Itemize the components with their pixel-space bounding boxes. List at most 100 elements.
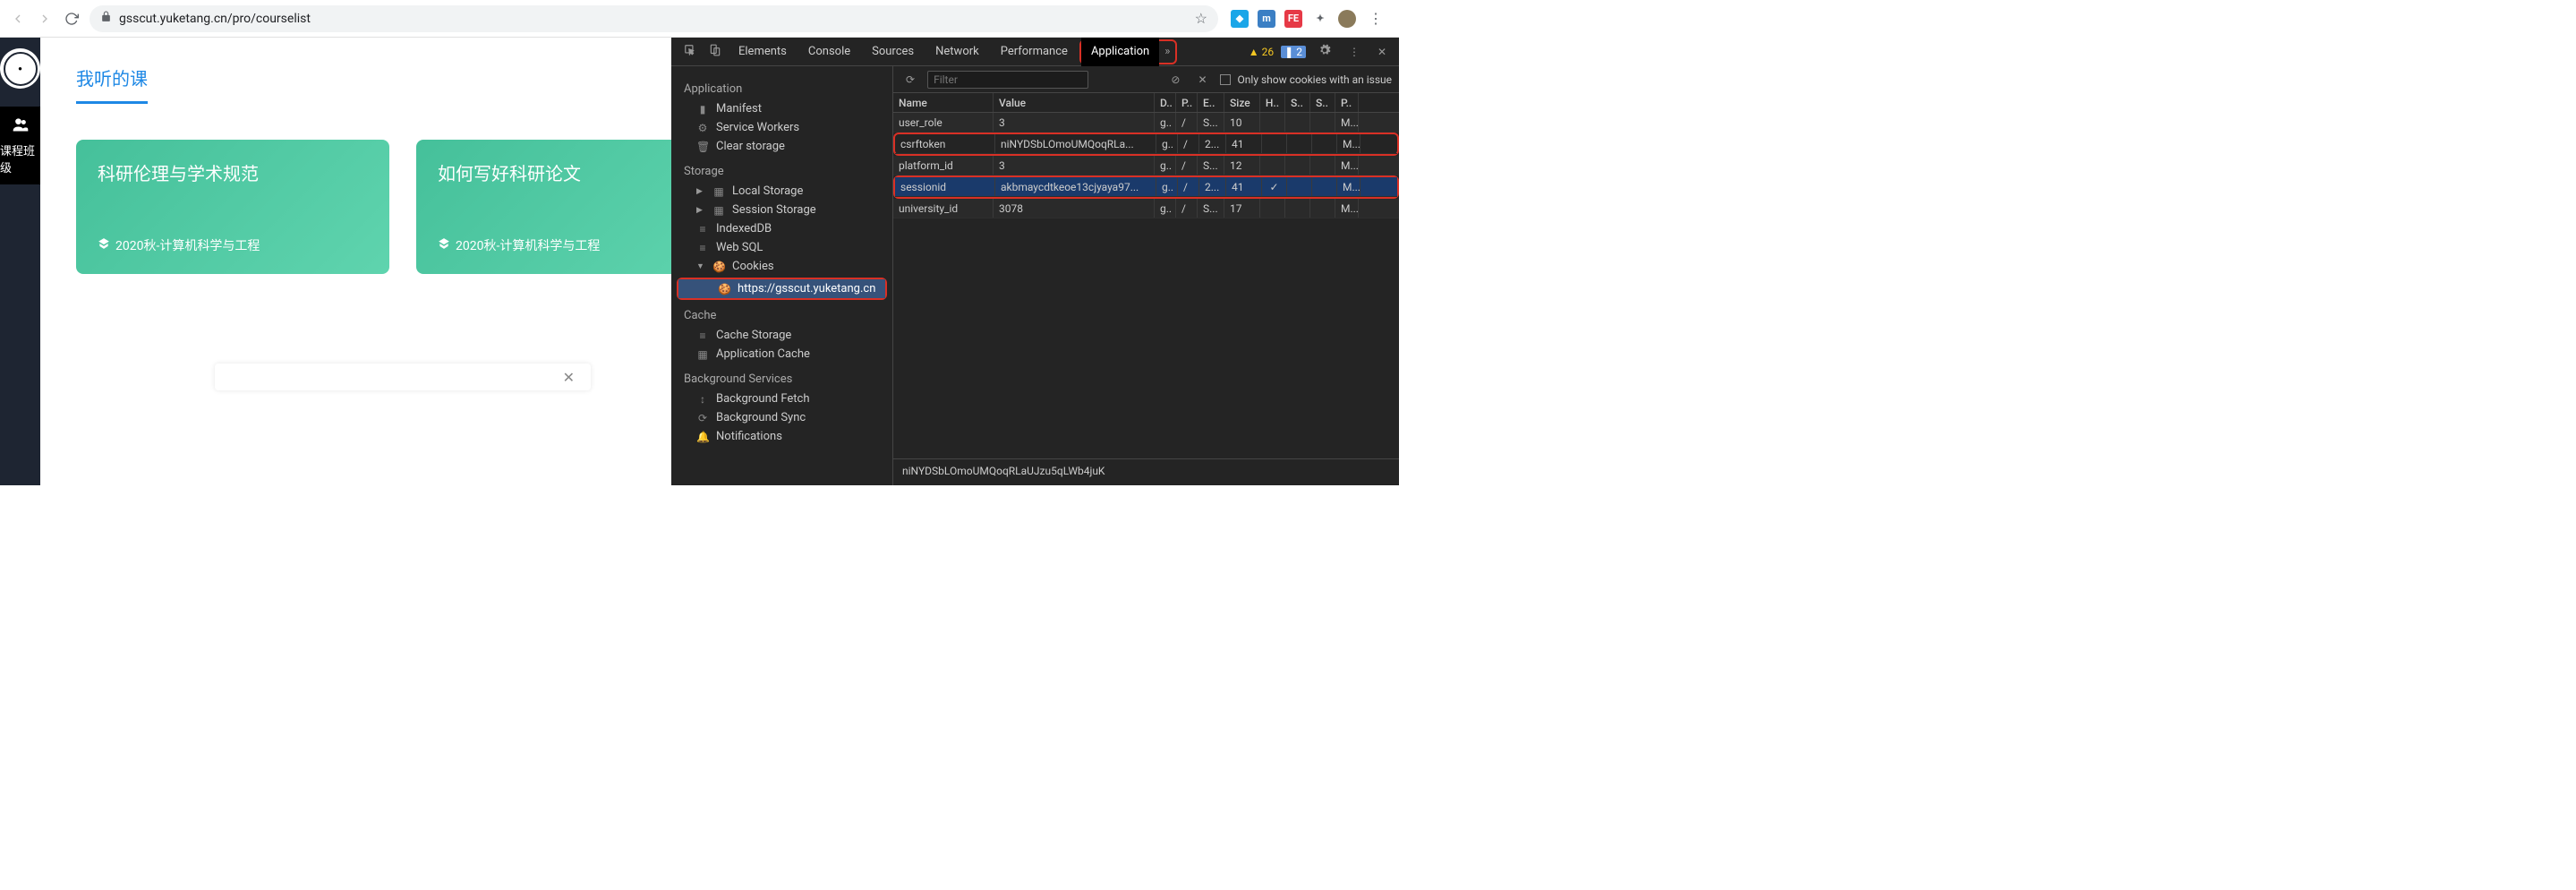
cell-size: 41 <box>1226 177 1262 196</box>
col-name[interactable]: Name <box>893 93 994 112</box>
cookie-detail-value: niNYDSbLOmoUMQoqRLaUJzu5qLWb4juK <box>893 458 1399 485</box>
cell-s <box>1285 199 1310 218</box>
col-size[interactable]: Size <box>1224 93 1260 112</box>
app-logo[interactable]: ● <box>0 48 40 89</box>
tree-item-cookie-origin[interactable]: 🍪https://gsscut.yuketang.cn <box>678 279 885 298</box>
tab-elements[interactable]: Elements <box>729 38 797 66</box>
course-name: 如何写好科研论文 <box>438 159 708 185</box>
nav-reload-button[interactable] <box>61 8 82 30</box>
table-row[interactable]: platform_id3g../S...12M... <box>893 156 1399 175</box>
col-expires[interactable]: E.. <box>1198 93 1224 112</box>
kebab-icon[interactable]: ⋮ <box>1343 46 1365 58</box>
cell-e: S... <box>1198 156 1224 175</box>
tab-application[interactable]: Application <box>1081 38 1159 66</box>
file-icon: ▮ <box>696 103 709 116</box>
table-row[interactable]: user_role3g../S...10M... <box>893 113 1399 133</box>
table-row[interactable]: sessionidakbmaycdtkeoe13cjyaya97...g../2… <box>895 177 1397 197</box>
cell-value: 3078 <box>994 199 1155 218</box>
nav-forward-button[interactable] <box>34 8 55 30</box>
section-title: Background Services <box>671 369 892 389</box>
filter-input[interactable] <box>927 71 1088 89</box>
cell-ss <box>1310 199 1335 218</box>
cell-pr: M... <box>1337 134 1361 153</box>
tree-item-app-cache[interactable]: ▦Application Cache <box>671 345 892 364</box>
col-secure[interactable]: S.. <box>1285 93 1310 112</box>
nav-back-button[interactable] <box>7 8 29 30</box>
clear-icon[interactable]: ✕ <box>1192 73 1212 86</box>
cell-name: platform_id <box>893 156 994 175</box>
tab-sources[interactable]: Sources <box>862 38 924 66</box>
col-priority[interactable]: P.. <box>1335 93 1359 112</box>
tree-item-cookies[interactable]: ▼🍪Cookies <box>671 257 892 276</box>
cell-p: / <box>1178 177 1199 196</box>
cell-size: 17 <box>1224 199 1260 218</box>
extension-icon[interactable]: FE <box>1284 10 1302 28</box>
application-sidebar: Application ▮Manifest ⚙Service Workers 🗑… <box>671 66 893 485</box>
cell-s <box>1285 113 1310 132</box>
tab-console[interactable]: Console <box>798 38 860 66</box>
chevron-right-icon: ▶ <box>696 206 705 215</box>
more-tabs-icon[interactable]: » <box>1159 45 1175 58</box>
refresh-icon[interactable]: ⟳ <box>900 73 920 86</box>
cookie-table: Name Value D.. P.. E.. Size H.. S.. S.. … <box>893 93 1399 458</box>
table-row[interactable]: csrftokenniNYDSbLOmoUMQoqRLa...g../2...4… <box>895 134 1397 154</box>
tree-item-service-workers[interactable]: ⚙Service Workers <box>671 118 892 137</box>
lock-icon <box>100 11 112 26</box>
col-httponly[interactable]: H.. <box>1260 93 1285 112</box>
infos-badge[interactable]: ❚ 2 <box>1281 46 1306 58</box>
cell-d: g.. <box>1155 156 1176 175</box>
popup-close[interactable]: ✕ <box>215 364 591 390</box>
warnings-badge[interactable]: ▲ 26 <box>1249 46 1274 58</box>
app-sidebar: ● 课程班级 <box>0 38 40 485</box>
col-samesite[interactable]: S.. <box>1310 93 1335 112</box>
cell-e: 2... <box>1199 134 1226 153</box>
extension-icon[interactable]: m <box>1258 10 1275 28</box>
tree-item-websql[interactable]: ≡Web SQL <box>671 238 892 257</box>
course-card[interactable]: 科研伦理与学术规范 2020秋-计算机科学与工程 <box>76 140 389 274</box>
col-domain[interactable]: D.. <box>1155 93 1176 112</box>
bookmark-star-icon[interactable]: ☆ <box>1195 10 1207 27</box>
tree-item-notifications[interactable]: 🔔Notifications <box>671 427 892 446</box>
cell-s <box>1285 156 1310 175</box>
tree-item-cache-storage[interactable]: ≡Cache Storage <box>671 326 892 345</box>
sidebar-item-label: 课程班级 <box>0 141 40 175</box>
close-devtools-icon[interactable]: ✕ <box>1372 46 1392 58</box>
institution-icon <box>98 237 110 253</box>
chevron-down-icon: ▼ <box>696 261 705 271</box>
extensions-menu-icon[interactable]: ✦ <box>1311 10 1329 28</box>
tree-item-clear-storage[interactable]: 🗑Clear storage <box>671 137 892 156</box>
cell-e: S... <box>1198 199 1224 218</box>
tree-item-indexeddb[interactable]: ≡IndexedDB <box>671 219 892 238</box>
course-sub: 2020秋-计算机科学与工程 <box>438 236 708 254</box>
tab-performance[interactable]: Performance <box>991 38 1078 66</box>
device-icon[interactable] <box>704 44 727 60</box>
cookie-icon: 🍪 <box>718 283 730 295</box>
browser-menu-icon[interactable]: ⋮ <box>1365 8 1386 30</box>
extension-icon[interactable]: ◆ <box>1231 10 1249 28</box>
page-title[interactable]: 我听的课 <box>76 64 148 104</box>
tree-item-local-storage[interactable]: ▶▦Local Storage <box>671 182 892 201</box>
cell-value: akbmaycdtkeoe13cjyaya97... <box>995 177 1156 196</box>
profile-avatar[interactable] <box>1338 10 1356 28</box>
sidebar-item-courses[interactable]: 课程班级 <box>0 107 40 184</box>
cell-h <box>1260 156 1285 175</box>
only-issues-checkbox[interactable] <box>1220 74 1231 85</box>
tree-item-bg-fetch[interactable]: ↕Background Fetch <box>671 389 892 408</box>
db-icon: ≡ <box>696 329 709 342</box>
storage-icon: ▦ <box>712 185 725 198</box>
inspect-icon[interactable] <box>678 44 702 60</box>
tree-item-session-storage[interactable]: ▶▦Session Storage <box>671 201 892 219</box>
tree-item-bg-sync[interactable]: ⟳Background Sync <box>671 408 892 427</box>
tab-network[interactable]: Network <box>925 38 989 66</box>
col-value[interactable]: Value <box>994 93 1155 112</box>
gear-icon[interactable] <box>1313 44 1336 59</box>
block-icon[interactable]: ⊘ <box>1165 73 1185 86</box>
trash-icon: 🗑 <box>696 141 709 153</box>
address-bar[interactable]: gsscut.yuketang.cn/pro/courselist ☆ <box>90 5 1218 32</box>
cell-pr: M... <box>1337 177 1361 196</box>
section-title: Cache <box>671 305 892 326</box>
col-path[interactable]: P.. <box>1176 93 1198 112</box>
table-row[interactable]: university_id3078g../S...17M... <box>893 199 1399 218</box>
tree-item-manifest[interactable]: ▮Manifest <box>671 99 892 118</box>
storage-icon: ▦ <box>712 204 725 217</box>
